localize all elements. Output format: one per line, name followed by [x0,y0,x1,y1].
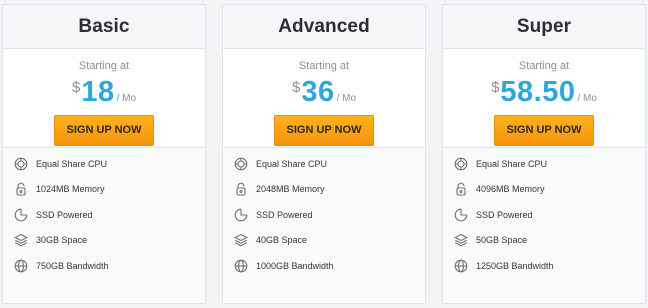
feature-item-memory: 4096MB Memory [443,177,645,203]
feature-list: Equal Share CPU 2048MB Memory SSD Powere… [223,148,425,303]
plan-header: Basic [3,5,205,49]
ssd-icon [14,208,28,222]
feature-item-memory: 2048MB Memory [223,177,425,203]
feature-label: Equal Share CPU [36,158,108,169]
feature-item-bandwidth: 1250GB Bandwidth [443,253,645,279]
feature-item-ssd: SSD Powered [223,202,425,228]
plan-card-super: Super Starting at $ 58.50 / Mo SIGN UP N… [442,4,646,304]
storage-layers-icon [454,233,468,247]
feature-label: Equal Share CPU [476,158,548,169]
feature-label: 1000GB Bandwidth [256,260,334,271]
cpu-icon [14,157,28,171]
feature-label: 2048MB Memory [256,184,325,195]
feature-item-space: 30GB Space [3,228,205,254]
plan-pricing: Starting at $ 18 / Mo SIGN UP NOW [3,49,205,148]
plan-name: Advanced [278,15,370,37]
currency-symbol: $ [491,79,500,96]
cpu-icon [454,157,468,171]
ssd-icon [234,208,248,222]
ssd-icon [454,208,468,222]
plan-pricing: Starting at $ 36 / Mo SIGN UP NOW [223,49,425,148]
feature-item-ssd: SSD Powered [443,202,645,228]
feature-item-space: 40GB Space [223,228,425,254]
feature-label: 40GB Space [256,235,308,246]
storage-layers-icon [14,233,28,247]
plan-card-advanced: Advanced Starting at $ 36 / Mo SIGN UP N… [222,4,426,304]
starting-label: Starting at [518,60,570,72]
feature-item-ssd: SSD Powered [3,202,205,228]
currency-symbol: $ [71,79,81,96]
globe-icon [454,259,468,273]
price-period: / Mo [577,93,597,104]
plan-card-basic: Basic Starting at $ 18 / Mo SIGN UP NOW … [2,4,206,304]
plan-pricing: Starting at $ 58.50 / Mo SIGN UP NOW [443,49,645,148]
feature-label: 4096MB Memory [476,184,545,195]
signup-button[interactable]: SIGN UP NOW [54,115,154,146]
feature-label: SSD Powered [476,209,533,220]
feature-item-cpu: Equal Share CPU [443,151,645,177]
plan-name: Super [516,15,572,37]
memory-icon [234,182,248,196]
feature-label: 1024MB Memory [36,184,105,195]
globe-icon [234,259,248,273]
storage-layers-icon [234,233,248,247]
price-period: / Mo [336,93,357,104]
memory-icon [14,182,28,196]
feature-item-space: 50GB Space [443,228,645,254]
feature-item-bandwidth: 750GB Bandwidth [3,253,205,279]
feature-label: 50GB Space [476,235,528,246]
feature-label: SSD Powered [256,209,313,220]
pricing-plans: Basic Starting at $ 18 / Mo SIGN UP NOW … [0,0,648,308]
feature-label: 1250GB Bandwidth [476,260,554,271]
signup-button[interactable]: SIGN UP NOW [274,115,374,146]
feature-item-bandwidth: 1000GB Bandwidth [223,253,425,279]
memory-icon [454,182,468,196]
plan-header: Super [443,5,645,49]
cpu-icon [234,157,248,171]
feature-item-cpu: Equal Share CPU [223,151,425,177]
feature-label: SSD Powered [36,209,93,220]
price-row: $ 36 / Mo [223,76,425,110]
starting-label: Starting at [298,60,350,72]
signup-button[interactable]: SIGN UP NOW [494,115,594,146]
plan-name: Basic [78,15,130,37]
currency-symbol: $ [291,79,301,96]
feature-label: 30GB Space [36,235,88,246]
globe-icon [14,259,28,273]
feature-label: 750GB Bandwidth [36,260,109,271]
plan-header: Advanced [223,5,425,49]
feature-item-memory: 1024MB Memory [3,177,205,203]
price-row: $ 18 / Mo [3,76,205,110]
feature-list: Equal Share CPU 1024MB Memory SSD Powere… [3,148,205,303]
starting-label: Starting at [78,60,130,72]
price-row: $ 58.50 / Mo [443,76,645,110]
feature-item-cpu: Equal Share CPU [3,151,205,177]
feature-label: Equal Share CPU [256,158,328,169]
feature-list: Equal Share CPU 4096MB Memory SSD Powere… [443,148,645,303]
price-amount: 18 [81,76,115,108]
price-amount: 36 [301,76,335,108]
price-amount: 58.50 [500,76,576,108]
price-period: / Mo [116,93,137,104]
